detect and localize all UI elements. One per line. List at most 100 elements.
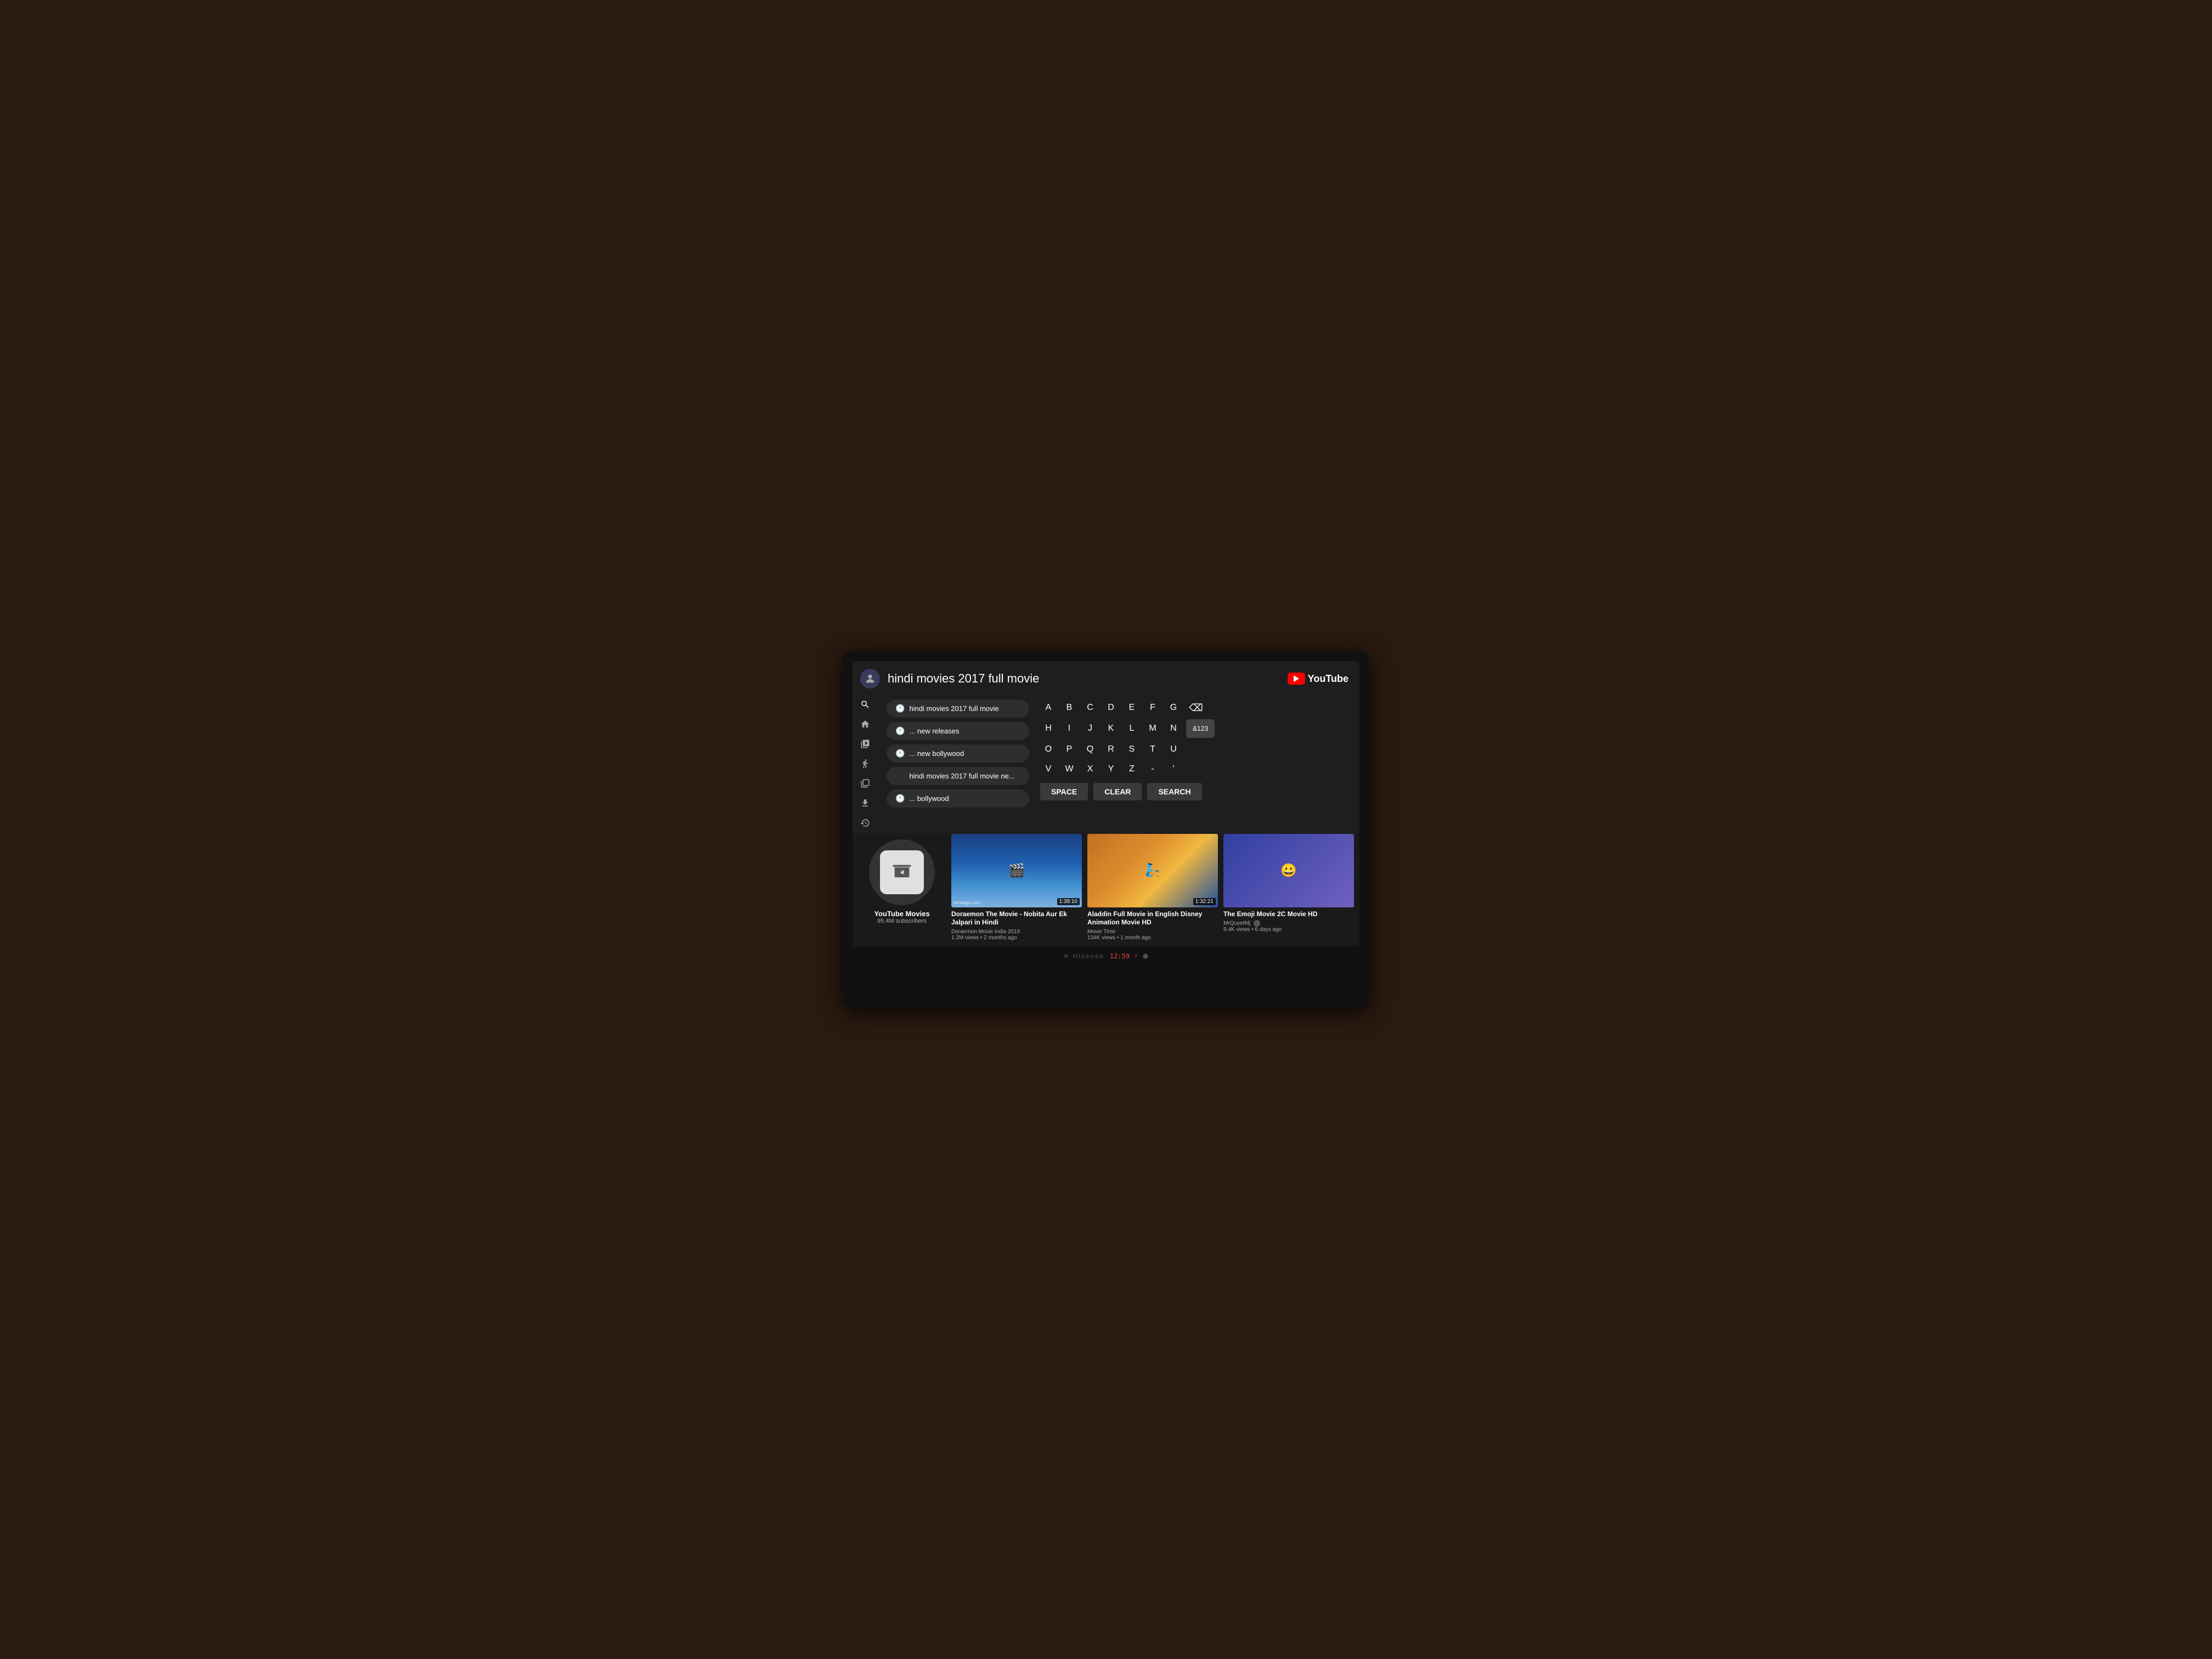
clear-button[interactable]: CLEAR [1093, 783, 1142, 800]
suggestion-3[interactable]: 🕐 ... new bollywood [887, 744, 1029, 763]
history-icon-2: 🕐 [895, 726, 905, 736]
video-title-doraemon: Doraemon The Movie - Nobita Aur Ek Jalpa… [951, 910, 1082, 927]
video-card-doraemon[interactable]: 1:39:10 doraolga.com Doraemon The Movie … [951, 834, 1082, 941]
key-K[interactable]: K [1103, 720, 1119, 737]
history-icon-3: 🕐 [895, 749, 905, 758]
key-E[interactable]: E [1124, 699, 1140, 716]
avatar [860, 669, 880, 689]
suggestion-1[interactable]: 🕐 hindi movies 2017 full movie [887, 699, 1029, 718]
video-card-aladdin[interactable]: 1:32:21 Aladdin Full Movie in English Di… [1087, 834, 1218, 941]
video-meta-doraemon: 1.2M views • 2 months ago [951, 935, 1082, 941]
video-channel-emoji: MrQuyetMj [1223, 920, 1354, 927]
sidebar-item-trending[interactable] [856, 759, 874, 769]
suggestions-list: 🕐 hindi movies 2017 full movie 🕐 ... new… [887, 699, 1029, 828]
key-backspace[interactable]: ⌫ [1186, 699, 1206, 716]
channel-verified-icon [1254, 920, 1260, 927]
youtube-label: YouTube [1308, 673, 1348, 685]
key-L[interactable]: L [1124, 720, 1140, 737]
search-button[interactable]: SEARCH [1147, 783, 1201, 800]
key-I[interactable]: I [1061, 720, 1077, 737]
sidebar-item-subscriptions[interactable] [856, 739, 874, 749]
header: hindi movies 2017 full movie YouTube [853, 661, 1359, 694]
main-content: 🕐 hindi movies 2017 full movie 🕐 ... new… [853, 694, 1359, 834]
views-doraemon: 1.2M views [951, 935, 979, 941]
youtube-icon [1288, 673, 1305, 685]
key-T[interactable]: T [1144, 741, 1161, 758]
video-title-emoji: The Emoji Movie 2C Movie HD [1223, 910, 1354, 919]
suggestion-2[interactable]: 🕐 ... new releases [887, 722, 1029, 740]
suggestion-text-2: ... new releases [909, 727, 959, 735]
key-W[interactable]: W [1061, 761, 1077, 777]
tv-stand-neck [1084, 966, 1128, 975]
tv-brand: Hisense [1073, 952, 1104, 960]
channel-card[interactable]: YouTube Movies 95.4M subscribers [858, 834, 946, 941]
keyboard-row-4: V W X Y Z - ' [1040, 761, 1351, 777]
key-G[interactable]: G [1165, 699, 1182, 716]
key-D[interactable]: D [1103, 699, 1119, 716]
age-emoji: 6 days ago [1255, 927, 1282, 933]
key-apostrophe[interactable]: ' [1165, 761, 1182, 777]
keyboard-actions: SPACE CLEAR SEARCH [1040, 783, 1351, 800]
key-Q[interactable]: Q [1082, 741, 1098, 758]
tv-dot [1064, 955, 1068, 958]
suggestion-text-5: ... bollywood [909, 794, 949, 803]
tv-stand [853, 966, 1359, 980]
key-X[interactable]: X [1082, 761, 1098, 777]
video-thumb-aladdin: 1:32:21 [1087, 834, 1218, 907]
suggestion-text-3: ... new bollywood [909, 749, 964, 758]
video-meta-emoji: 9.4K views • 6 days ago [1223, 927, 1354, 933]
key-J[interactable]: J [1082, 720, 1098, 737]
key-V[interactable]: V [1040, 761, 1057, 777]
suggestion-text-4: hindi movies 2017 full movie ne... [909, 772, 1014, 780]
duration-doraemon: 1:39:10 [1057, 898, 1080, 905]
keyboard-row-2: H I J K L M N &123 [1040, 719, 1351, 738]
sidebar-item-library[interactable] [856, 778, 874, 788]
key-M[interactable]: M [1144, 720, 1161, 737]
sidebar-item-history[interactable] [856, 818, 874, 828]
age-doraemon: 2 months ago [984, 935, 1017, 941]
key-F[interactable]: F [1144, 699, 1161, 716]
key-U[interactable]: U [1165, 741, 1182, 758]
search-panel: 🕐 hindi movies 2017 full movie 🕐 ... new… [878, 694, 1359, 834]
key-Z[interactable]: Z [1124, 761, 1140, 777]
key-Y[interactable]: Y [1103, 761, 1119, 777]
tv-bezel-bottom: Hisense 12:59 • [853, 946, 1359, 966]
history-icon-1: 🕐 [895, 704, 905, 713]
key-numbers[interactable]: &123 [1186, 719, 1215, 738]
video-channel-doraemon: Doraemon Movie india 2019 [951, 929, 1082, 935]
duration-aladdin: 1:32:21 [1193, 898, 1216, 905]
video-title-aladdin: Aladdin Full Movie in English Disney Ani… [1087, 910, 1218, 927]
tv-stand-base [1057, 975, 1155, 980]
suggestion-4[interactable]: 🕐 hindi movies 2017 full movie ne... [887, 767, 1029, 785]
key-R[interactable]: R [1103, 741, 1119, 758]
channel-thumbnail [869, 839, 935, 905]
key-O[interactable]: O [1040, 741, 1057, 758]
sidebar-item-home[interactable] [856, 719, 874, 729]
tv-clock: 12:59 [1110, 952, 1130, 960]
tv-frame: hindi movies 2017 full movie YouTube [843, 651, 1369, 1008]
age-aladdin: 1 month ago [1120, 935, 1151, 941]
key-P[interactable]: P [1061, 741, 1077, 758]
suggestion-5[interactable]: 🕐 ... bollywood [887, 789, 1029, 808]
key-H[interactable]: H [1040, 720, 1057, 737]
video-card-emoji[interactable]: The Emoji Movie 2C Movie HD MrQuyetMj 9.… [1223, 834, 1354, 941]
views-aladdin: 134K views [1087, 935, 1115, 941]
sidebar-item-downloads[interactable] [856, 798, 874, 808]
keyboard-row-1: A B C D E F G ⌫ [1040, 699, 1351, 716]
tv-power-button[interactable] [1143, 953, 1148, 959]
sidebar [853, 694, 878, 834]
key-A[interactable]: A [1040, 699, 1057, 716]
sidebar-item-search[interactable] [856, 699, 874, 709]
key-B[interactable]: B [1061, 699, 1077, 716]
key-C[interactable]: C [1082, 699, 1098, 716]
channel-subs: 95.4M subscribers [877, 918, 927, 924]
video-thumb-doraemon: 1:39:10 doraolga.com [951, 834, 1082, 907]
key-S[interactable]: S [1124, 741, 1140, 758]
video-section: YouTube Movies 95.4M subscribers 1:39:10… [853, 834, 1359, 946]
watermark-doraemon: doraolga.com [953, 900, 980, 905]
key-N[interactable]: N [1165, 720, 1182, 737]
video-channel-aladdin: Movie Time [1087, 929, 1218, 935]
tv-screen: hindi movies 2017 full movie YouTube [853, 661, 1359, 946]
space-button[interactable]: SPACE [1040, 783, 1088, 800]
key-dash[interactable]: - [1144, 761, 1161, 777]
